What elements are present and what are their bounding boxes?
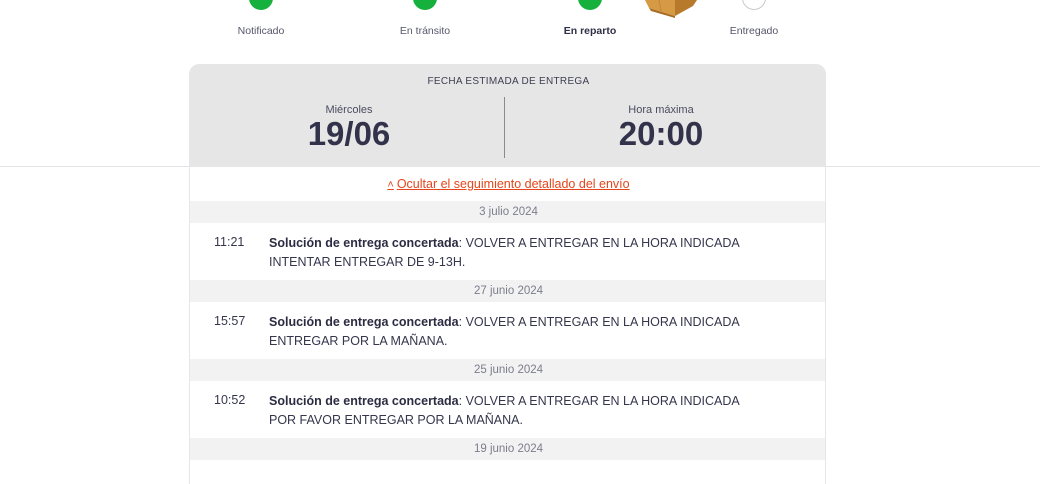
check-circle-icon (249, 0, 273, 10)
event-detail-line2: ENTREGAR POR LA MAÑANA. (269, 334, 448, 348)
max-hour: 20:00 (618, 115, 704, 152)
event-detail-line1: : VOLVER A ENTREGAR EN LA HORA INDICADA (458, 394, 740, 408)
timeline-event: 11:21 Solución de entrega concertada: VO… (190, 223, 825, 280)
chevron-up-icon: ˄ (387, 179, 394, 191)
event-detail-line1: : VOLVER A ENTREGAR EN LA HORA INDICADA (458, 315, 740, 329)
estimate-divider (504, 97, 505, 158)
timeline-event: 15:57 Solución de entrega concertada: VO… (190, 302, 825, 359)
step-label: Entregado (729, 25, 779, 37)
step-label: Notificado (237, 25, 285, 37)
event-title: Solución de entrega concertada (269, 315, 459, 329)
event-detail-line1: : VOLVER A ENTREGAR EN LA HORA INDICADA (458, 236, 740, 250)
event-description: Solución de entrega concertada: VOLVER A… (269, 234, 759, 272)
step-entregado: Entregado (674, 0, 834, 60)
event-title: Solución de entrega concertada (269, 394, 459, 408)
tracking-card: FECHA ESTIMADA DE ENTREGA Miércoles 19/0… (189, 64, 826, 484)
hide-tracking-details-link[interactable]: ˄ Ocultar el seguimiento detallado del en… (190, 177, 825, 191)
estimated-delivery-panel: FECHA ESTIMADA DE ENTREGA Miércoles 19/0… (190, 64, 825, 167)
tracking-timeline: 3 julio 2024 11:21 Solución de entrega c… (190, 201, 825, 460)
event-description: Solución de entrega concertada: VOLVER A… (269, 313, 759, 351)
estimated-date-block: Miércoles 19/06 (194, 104, 504, 151)
estimated-hour-block: Hora máxima 20:00 (506, 104, 816, 151)
estimated-delivery-title: FECHA ESTIMADA DE ENTREGA (427, 76, 590, 87)
timeline-date-header: 3 julio 2024 (190, 201, 825, 223)
check-circle-icon (578, 0, 602, 10)
step-label: En reparto (563, 25, 617, 37)
event-time: 15:57 (214, 314, 246, 328)
parcel-box-icon (645, 0, 697, 18)
timeline-date-header: 27 junio 2024 (190, 280, 825, 302)
timeline-date-header: 25 junio 2024 (190, 359, 825, 381)
event-time: 10:52 (214, 393, 246, 407)
toggle-row: ˄ Ocultar el seguimiento detallado del en… (190, 167, 825, 202)
shipment-progress: Notificado En tránsito En reparto Entreg… (0, 0, 1040, 60)
empty-circle-icon (742, 0, 766, 10)
step-label: En tránsito (399, 25, 451, 37)
timeline-event: 10:52 Solución de entrega concertada: VO… (190, 381, 825, 438)
timeline-date-header: 19 junio 2024 (190, 438, 825, 460)
event-description: Solución de entrega concertada: VOLVER A… (269, 392, 759, 430)
event-detail-line2: POR FAVOR ENTREGAR POR LA MAÑANA. (269, 413, 523, 427)
step-en-transito: En tránsito (345, 0, 505, 60)
hide-tracking-details-label: Ocultar el seguimiento detallado del env… (396, 177, 630, 191)
check-circle-icon (413, 0, 437, 10)
event-title: Solución de entrega concertada (269, 236, 459, 250)
step-notificado: Notificado (181, 0, 341, 60)
event-detail-line2: INTENTAR ENTREGAR DE 9-13H. (269, 255, 466, 269)
event-time: 11:21 (214, 235, 245, 249)
estimated-date: 19/06 (307, 115, 391, 152)
